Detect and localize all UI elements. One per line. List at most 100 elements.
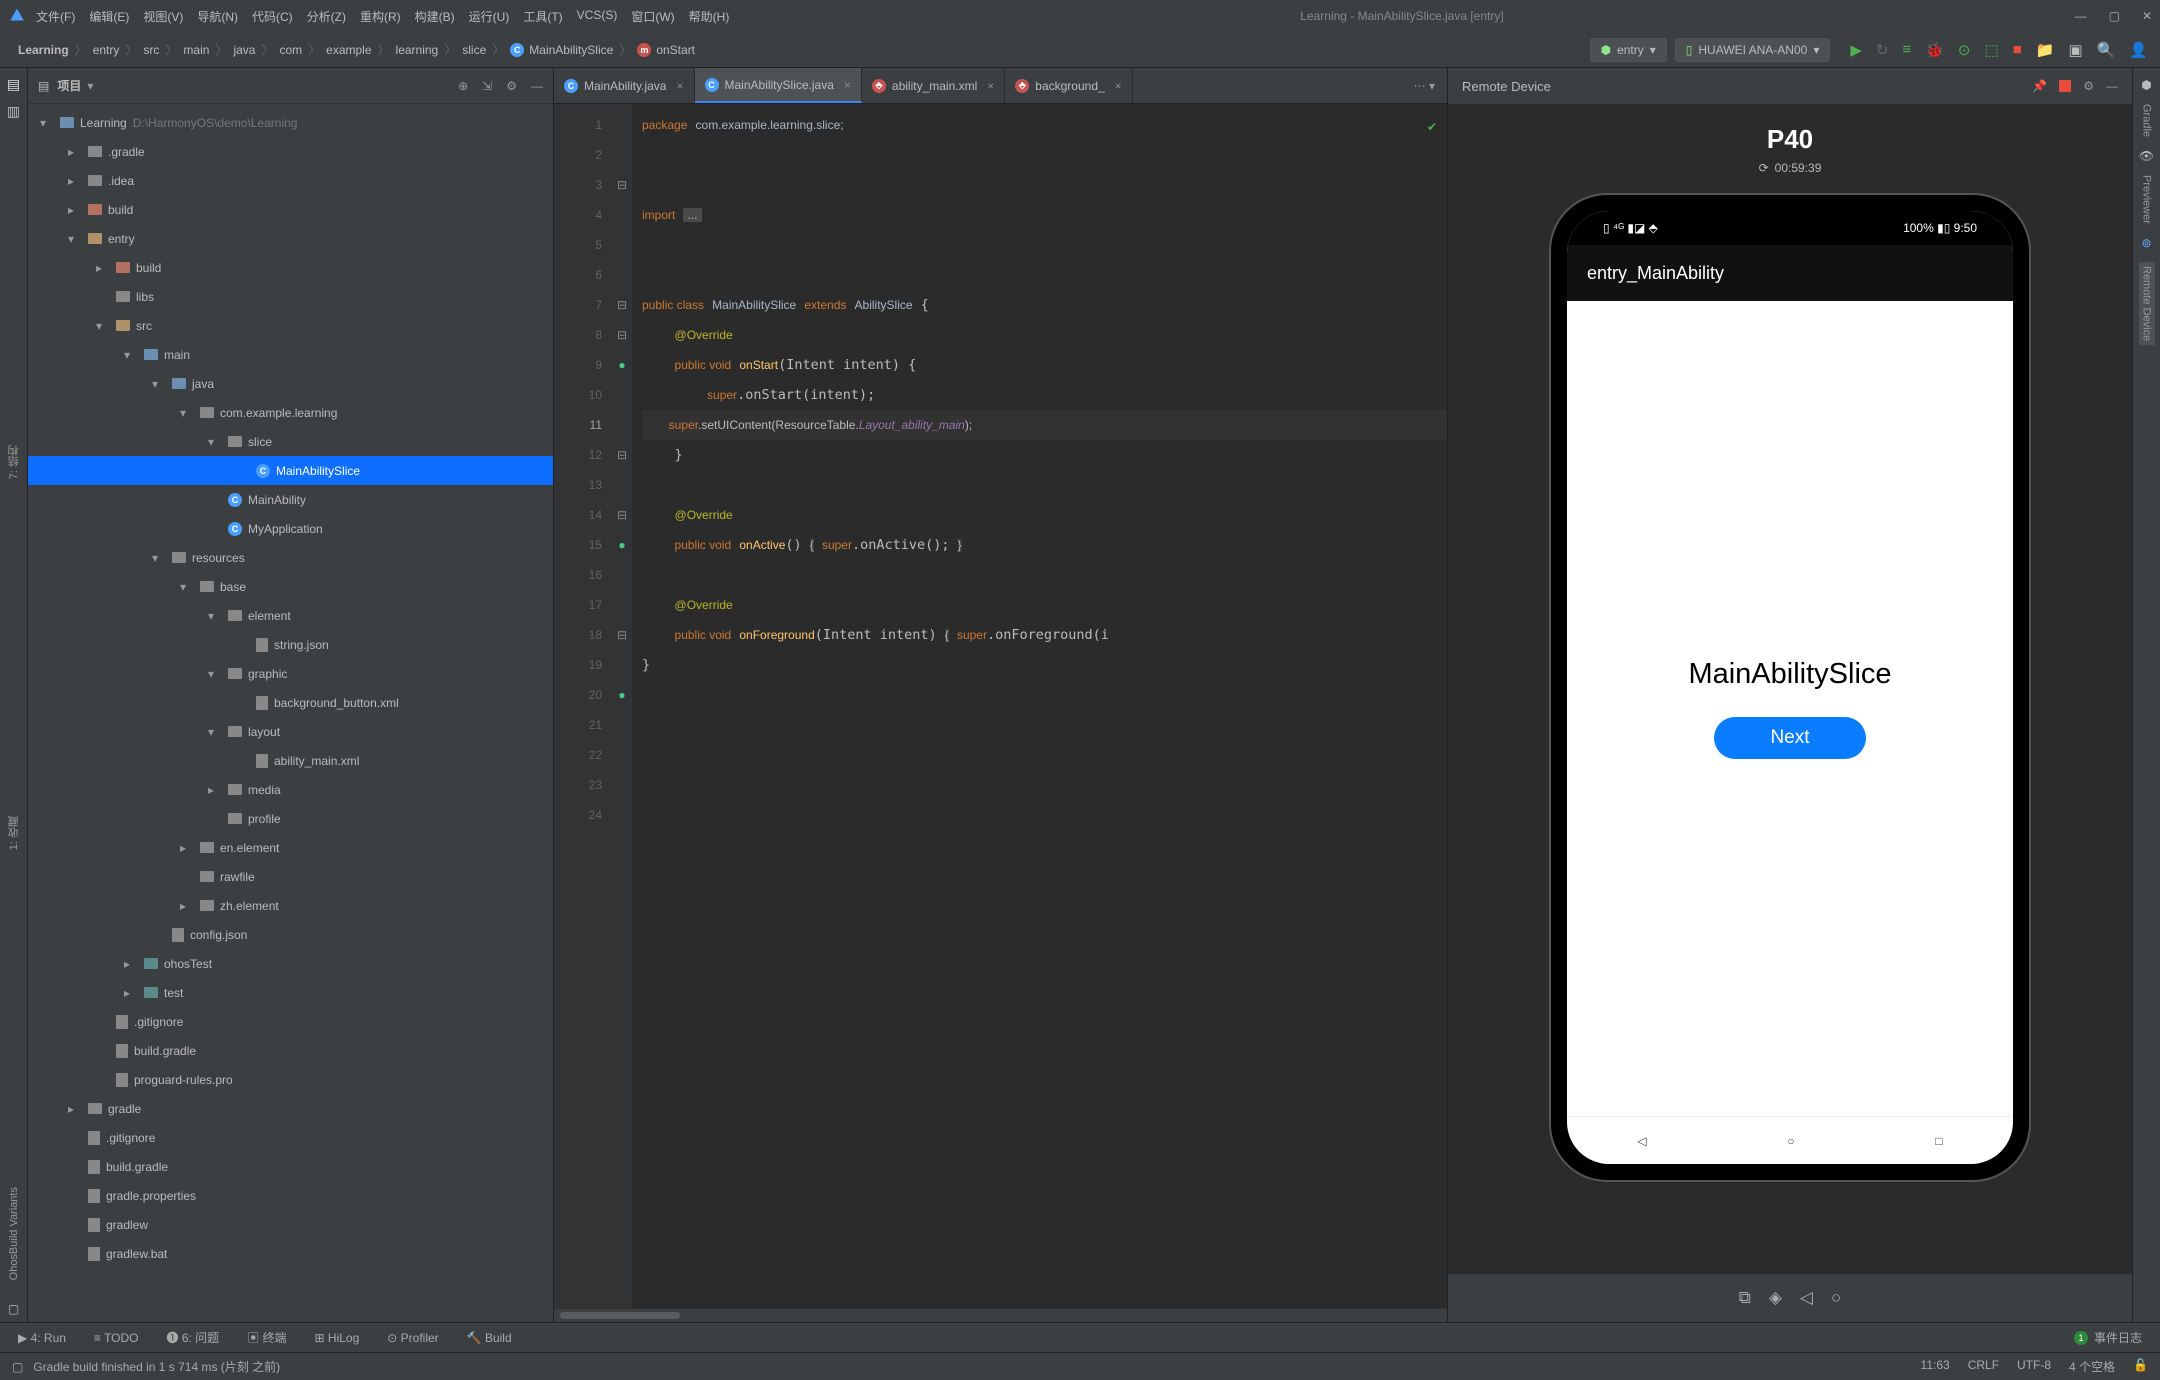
- previewer-icon[interactable]: 👁: [2139, 149, 2154, 163]
- tree-row[interactable]: ▸build: [28, 253, 553, 282]
- breadcrumb-item[interactable]: onStart: [656, 43, 695, 57]
- settings-icon[interactable]: ⚙: [506, 79, 517, 93]
- sidebar-label-gradle[interactable]: Gradle: [2141, 104, 2153, 137]
- home-icon[interactable]: ○: [1831, 1288, 1841, 1308]
- encoding[interactable]: UTF-8: [2017, 1358, 2051, 1375]
- layout-icon[interactable]: ▣: [2068, 41, 2082, 59]
- tree-row[interactable]: gradle.properties: [28, 1181, 553, 1210]
- back-icon[interactable]: ◁: [1637, 1134, 1646, 1148]
- sidebar-label-build-variants[interactable]: OhosBuild Variants: [8, 1187, 20, 1280]
- tree-row[interactable]: CMainAbility: [28, 485, 553, 514]
- tree-row[interactable]: ability_main.xml: [28, 746, 553, 775]
- tree-row[interactable]: CMainAbilitySlice: [28, 456, 553, 485]
- sidebar-label-structure[interactable]: 7: 结构: [6, 445, 22, 479]
- sidebar-label-previewer[interactable]: Previewer: [2141, 175, 2153, 224]
- editor-tab[interactable]: CMainAbility.java×: [554, 68, 695, 103]
- tree-arrow-icon[interactable]: ▾: [152, 551, 166, 565]
- bottom-tab[interactable]: ⊞ HiLog: [315, 1331, 360, 1345]
- tree-arrow-icon[interactable]: ▸: [96, 261, 110, 275]
- tree-arrow-icon[interactable]: ▸: [180, 899, 194, 913]
- recent-icon[interactable]: □: [1935, 1134, 1942, 1148]
- close-tab-icon[interactable]: ×: [844, 78, 851, 92]
- code-editor[interactable]: ✔package com.example.learning.slice; imp…: [632, 104, 1447, 1308]
- back-icon[interactable]: ◁: [1800, 1288, 1813, 1308]
- tree-arrow-icon[interactable]: ▾: [40, 116, 54, 130]
- tree-row[interactable]: .gitignore: [28, 1123, 553, 1152]
- tree-row[interactable]: ▾com.example.learning: [28, 398, 553, 427]
- caret-position[interactable]: 11:63: [1921, 1358, 1950, 1375]
- tree-row[interactable]: ▾LearningD:\HarmonyOS\demo\Learning: [28, 108, 553, 137]
- tree-row[interactable]: config.json: [28, 920, 553, 949]
- close-icon[interactable]: ✕: [2142, 9, 2152, 23]
- tree-row[interactable]: proguard-rules.pro: [28, 1065, 553, 1094]
- tree-arrow-icon[interactable]: ▾: [208, 609, 222, 623]
- bottom-tab[interactable]: 🔨 Build: [467, 1331, 512, 1345]
- breadcrumb-item[interactable]: learning: [396, 43, 439, 57]
- tree-arrow-icon[interactable]: ▸: [68, 174, 82, 188]
- more-tabs-icon[interactable]: ⋯ ▾: [1402, 68, 1447, 103]
- stop-preview-icon[interactable]: [2059, 80, 2071, 92]
- project-tree[interactable]: ▾LearningD:\HarmonyOS\demo\Learning▸.gra…: [28, 104, 553, 1322]
- tree-arrow-icon[interactable]: ▾: [124, 348, 138, 362]
- editor-tab[interactable]: ⬘background_×: [1005, 68, 1132, 103]
- menu-item[interactable]: 编辑(E): [89, 8, 129, 25]
- breadcrumb-item[interactable]: slice: [462, 43, 486, 57]
- tree-arrow-icon[interactable]: ▸: [68, 203, 82, 217]
- tree-arrow-icon[interactable]: ▸: [208, 783, 222, 797]
- device-select[interactable]: ▯ HUAWEI ANA-AN00 ▾: [1675, 38, 1831, 62]
- profile-icon[interactable]: ⊙: [1958, 41, 1971, 59]
- tree-row[interactable]: ▾java: [28, 369, 553, 398]
- stop-icon[interactable]: ■: [2013, 41, 2022, 58]
- tree-row[interactable]: background_button.xml: [28, 688, 553, 717]
- horizontal-scrollbar[interactable]: [554, 1308, 1447, 1322]
- screenshot-icon[interactable]: ⧉: [1739, 1288, 1751, 1308]
- menu-item[interactable]: 分析(Z): [307, 8, 346, 25]
- menu-item[interactable]: 工具(T): [523, 8, 562, 25]
- tree-row[interactable]: ▸gradle: [28, 1094, 553, 1123]
- breadcrumb-item[interactable]: Learning: [18, 43, 69, 57]
- tree-row[interactable]: ▸.gradle: [28, 137, 553, 166]
- breadcrumb-item[interactable]: example: [326, 43, 371, 57]
- tree-row[interactable]: ▾base: [28, 572, 553, 601]
- editor-tab[interactable]: ⬘ability_main.xml×: [862, 68, 1005, 103]
- tree-row[interactable]: ▾resources: [28, 543, 553, 572]
- maximize-icon[interactable]: ▢: [2109, 9, 2120, 23]
- tree-arrow-icon[interactable]: ▾: [68, 232, 82, 246]
- tree-arrow-icon[interactable]: ▾: [208, 725, 222, 739]
- menu-item[interactable]: 构建(B): [415, 8, 455, 25]
- settings-icon[interactable]: ⚙: [2083, 79, 2094, 93]
- status-icon[interactable]: ▢: [12, 1360, 23, 1374]
- menu-item[interactable]: 帮助(H): [689, 8, 730, 25]
- breadcrumb-item[interactable]: com: [279, 43, 302, 57]
- menu-item[interactable]: 运行(U): [469, 8, 510, 25]
- tree-arrow-icon[interactable]: ▸: [68, 145, 82, 159]
- tree-arrow-icon[interactable]: ▸: [180, 841, 194, 855]
- chevron-down-icon[interactable]: ▾: [87, 79, 93, 93]
- tree-arrow-icon[interactable]: ▾: [180, 406, 194, 420]
- menu-item[interactable]: 导航(N): [197, 8, 238, 25]
- bottom-tab[interactable]: ❶ 6: 问题: [167, 1329, 220, 1346]
- tree-row[interactable]: libs: [28, 282, 553, 311]
- home-icon[interactable]: ○: [1787, 1134, 1794, 1148]
- minimize-icon[interactable]: —: [2106, 79, 2118, 93]
- gradle-icon[interactable]: ⬢: [2141, 78, 2151, 92]
- event-log-button[interactable]: 1 事件日志: [2074, 1329, 2142, 1346]
- folder-icon[interactable]: 📁: [2036, 41, 2055, 59]
- menu-item[interactable]: 重构(R): [360, 8, 401, 25]
- next-button[interactable]: Next: [1714, 717, 1865, 759]
- breadcrumb-item[interactable]: src: [143, 43, 159, 57]
- tree-arrow-icon[interactable]: ▸: [124, 986, 138, 1000]
- tree-row[interactable]: ▾main: [28, 340, 553, 369]
- sidebar-label-favorites[interactable]: 1: 收藏: [6, 816, 22, 850]
- select-opened-icon[interactable]: ⊕: [458, 79, 468, 93]
- tree-row[interactable]: ▸zh.element: [28, 891, 553, 920]
- pin-icon[interactable]: 📌: [2032, 79, 2047, 93]
- tree-arrow-icon[interactable]: ▾: [208, 667, 222, 681]
- rotate-icon[interactable]: ◈: [1769, 1288, 1782, 1308]
- menu-item[interactable]: 文件(F): [36, 8, 75, 25]
- tree-row[interactable]: build.gradle: [28, 1036, 553, 1065]
- rerun-icon[interactable]: ↻: [1876, 41, 1889, 59]
- project-tool-icon[interactable]: ▤: [7, 76, 20, 93]
- tree-row[interactable]: ▾graphic: [28, 659, 553, 688]
- menu-item[interactable]: 窗口(W): [631, 8, 674, 25]
